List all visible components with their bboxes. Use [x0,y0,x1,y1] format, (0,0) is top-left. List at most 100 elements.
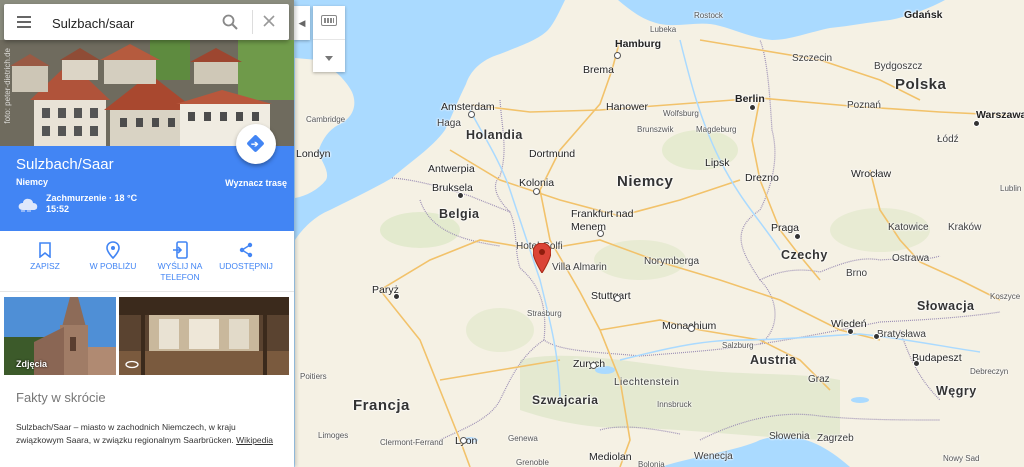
bookmark-icon [39,242,51,258]
city-marker [614,295,621,302]
city-label: Szczecin [792,53,833,64]
city-label: Bolonia [638,460,665,467]
city-label: Innsbruck [657,400,692,409]
weather-condition: Zachmurzenie · 18 °C [46,193,138,203]
share-button[interactable]: UDOSTĘPNIJ [216,239,276,272]
photo-watermark: foto: peter-dietrich.de [3,48,12,124]
city-label: Kraków [948,222,982,233]
city-label: Brunszwik [637,125,674,134]
wikipedia-link[interactable]: Wikipedia [236,435,273,445]
city-label: Bydgoszcz [874,61,923,72]
save-label: ZAPISZ [30,261,60,271]
city-label: Norymberga [644,256,700,267]
collapse-panel-button[interactable]: ◀ [294,6,310,40]
capital-marker [973,120,980,127]
location-pin-icon[interactable] [533,243,551,273]
search-box [4,4,289,40]
search-input[interactable] [50,12,214,34]
menu-icon[interactable] [17,16,31,28]
map-place-villa-almarin[interactable]: Villa Almarin [552,262,607,274]
chevron-down-icon[interactable] [325,56,333,61]
city-label: Stuttgart [591,290,631,302]
city-label: Dortmund [529,148,576,160]
city-label: Lublin [1000,184,1022,193]
local-time: 15:52 [46,204,70,214]
input-tools-control[interactable] [313,6,345,72]
country-label-holandia: Holandia [466,128,523,142]
city-label: Frankfurt nad Menem [571,208,634,233]
country-label-slowacja: Słowacja [917,299,975,313]
city-label: Amsterdam [441,101,495,113]
nearby-button[interactable]: W POBLIŻU [84,239,142,272]
city-label: Drezno [745,172,779,184]
directions-button[interactable]: ➔ [236,124,276,164]
nearby-pin-icon [106,241,120,259]
city-marker [468,111,475,118]
country-label-czechy: Czechy [781,248,828,262]
city-label: Warszawa [976,109,1024,121]
country-label-polska: Polska [895,76,947,93]
keyboard-icon[interactable] [321,15,337,26]
capital-marker [913,360,920,367]
city-label: Bruksela [432,182,473,194]
city-label: Lipsk [705,157,730,169]
city-label: Bratysława [877,329,926,340]
city-label: Cambridge [306,115,346,124]
share-label: UDOSTĘPNIJ [219,261,273,271]
action-row: ZAPISZ W POBLIŻU WYŚLIJ NA TELEFON UDOST… [0,231,294,292]
city-label: Haga [437,118,461,129]
city-label: Liechtenstein [614,377,680,388]
nearby-label: W POBLIŻU [89,261,137,271]
city-label: Poitiers [300,372,327,381]
facts-description: Sulzbach/Saar – miasto w zachodnich Niem… [16,422,236,445]
facts-text: Sulzbach/Saar – miasto w zachodnich Niem… [16,421,278,447]
capital-marker [749,104,756,111]
city-label: Strasburg [527,309,562,318]
city-label: Łódź [937,134,959,145]
capital-marker [873,333,880,340]
city-marker [533,188,540,195]
city-label: Brno [846,268,868,279]
chevron-left-icon: ◀ [298,17,306,28]
city-label: Ostrawa [892,253,930,264]
country-label-belgia: Belgia [439,207,480,221]
city-label: Lubeka [650,25,677,34]
search-icon[interactable] [222,14,238,30]
city-label: Zagrzeb [817,433,854,444]
directions-label[interactable]: Wyznacz trasę [225,178,287,188]
place-title: Sulzbach/Saar [16,156,114,173]
city-label: Rostock [694,11,723,20]
capital-marker [847,328,854,335]
city-label: Brema [583,64,614,76]
city-marker [460,437,467,444]
close-icon[interactable] [262,14,276,28]
city-label: Koszyce [990,292,1021,301]
place-country: Niemcy [16,177,49,187]
send-to-phone-button[interactable]: WYŚLIJ NA TELEFON [151,239,209,283]
city-label: Mediolan [589,451,632,463]
capital-marker [794,233,801,240]
photo-tile-360[interactable] [119,297,289,375]
city-label: Clermont-Ferrand [380,438,444,447]
city-label: Gdańsk [904,9,943,21]
capital-marker [393,293,400,300]
city-label: Limoges [318,431,349,440]
save-button[interactable]: ZAPISZ [22,239,68,272]
divider [252,10,253,34]
country-label-wegry: Węgry [936,384,977,398]
city-marker [614,52,621,59]
photo-tile-church[interactable]: Zdjęcia [4,297,116,375]
city-label: Wenecja [694,451,733,462]
city-label: Antwerpia [428,163,475,175]
facts-heading: Fakty w skrócie [16,390,106,405]
place-panel: foto: peter-dietrich.de Sulzbach/Saar Ni… [0,0,294,467]
weather-info: Zachmurzenie · 18 °C 15:52 [46,193,137,215]
city-label: Wrocław [851,168,892,180]
country-label-austria: Austria [750,353,797,367]
city-label: Słowenia [769,431,810,442]
city-label: Salzburg [722,341,754,350]
interior-photo [119,297,289,375]
city-marker [597,230,604,237]
arrow-right-icon: ➔ [251,139,259,149]
city-label: Nowy Sad [943,454,980,463]
